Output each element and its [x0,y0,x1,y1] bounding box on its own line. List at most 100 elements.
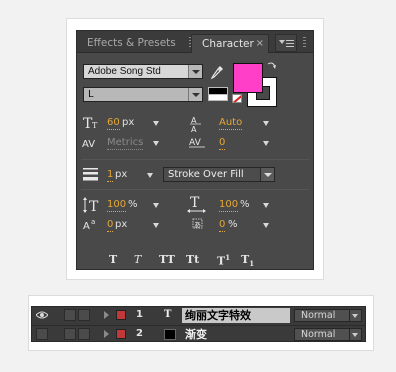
svg-text:A: A [83,221,90,231]
layer-name[interactable]: 渐变 [182,327,290,342]
all-caps-button[interactable]: TT [159,253,175,266]
stroke-width-icon [83,168,98,181]
svg-text:a: a [91,218,95,226]
horizontal-scale-value[interactable]: 100 [219,199,239,212]
baseline-shift-icon: A a [83,218,95,231]
blend-mode-value: Normal [301,329,336,340]
menu-lines-icon [286,40,294,47]
horizontal-scale-icon: T [187,195,206,213]
stroke-width-unit: px [115,169,128,180]
chevron-down-icon[interactable] [263,223,269,228]
kerning-value[interactable]: Metrics [107,137,144,150]
solo-toggle[interactable] [64,309,76,321]
panel-menu-button[interactable] [275,34,297,52]
label-color-swatch[interactable] [116,310,126,320]
tab-character[interactable]: Character × [191,34,269,53]
superscript-button[interactable]: T1 [217,253,230,268]
layer-number: 1 [136,309,143,320]
font-family-dropdown[interactable]: Adobe Song Std [83,64,203,79]
tab-effects-presets[interactable]: Effects & Presets [79,34,187,53]
tracking-value[interactable]: 0 [219,137,226,150]
vertical-scale-value[interactable]: 100 [107,199,127,212]
font-size-icon: T T [83,116,98,131]
lock-toggle[interactable] [78,328,90,340]
eyedropper-icon[interactable] [210,65,224,81]
panel-tab-bar: Effects & Presets Character × [77,31,313,53]
stroke-mode-dropdown[interactable]: Stroke Over Fill [163,167,275,182]
font-size-unit: px [122,117,135,128]
font-style-value: L [88,89,94,100]
layer-row[interactable]: 1 T 绚丽文字特效 Normal [32,307,365,324]
layer-row[interactable]: 2 渐变 Normal [32,325,365,342]
small-caps-label: Tt [186,253,200,266]
blend-mode-value: Normal [301,310,336,321]
visibility-toggle[interactable] [36,328,48,340]
blend-mode-dropdown[interactable]: Normal [294,328,362,341]
tab-label: Effects & Presets [87,37,176,49]
divider [81,189,309,190]
chevron-down-icon[interactable] [349,310,361,321]
divider [81,159,309,160]
chevron-down-icon[interactable] [263,203,269,208]
label-color-swatch[interactable] [116,329,126,339]
expand-triangle-icon[interactable] [104,330,109,338]
faux-bold-button[interactable]: T [109,253,117,266]
chevron-down-icon[interactable] [263,121,269,126]
svg-text:あ: あ [194,221,201,229]
leading-icon: A A [190,116,201,133]
chevron-down-icon[interactable] [260,168,274,181]
stroke-mode-value: Stroke Over Fill [168,169,244,180]
chevron-down-icon[interactable] [263,141,269,146]
faux-italic-label: T [134,253,142,266]
stroke-width-value[interactable]: 1 [107,169,114,182]
layer-number: 2 [136,328,143,339]
subscript-mark: 1 [249,259,255,269]
chevron-down-icon[interactable] [153,223,159,228]
fill-color-swatch[interactable] [233,63,263,93]
close-icon[interactable]: × [256,35,264,53]
eye-icon[interactable] [36,310,48,320]
lock-toggle[interactable] [78,309,90,321]
font-style-dropdown[interactable]: L [83,87,203,102]
timeline-layers: 1 T 绚丽文字特效 Normal 2 渐变 Normal [31,306,366,342]
superscript-mark: 1 [225,253,231,262]
swap-colors-icon[interactable] [267,61,277,71]
faux-bold-label: T [109,253,118,266]
tab-label: Character [202,38,254,50]
panel-grip-icon[interactable] [303,37,306,49]
baseline-shift-value[interactable]: 0 [107,219,114,232]
chevron-down-icon[interactable] [147,173,153,178]
layer-name[interactable]: 绚丽文字特效 [182,308,290,323]
faux-italic-button[interactable]: T [134,253,141,266]
leading-value[interactable]: Auto [219,117,243,130]
chevron-down-icon[interactable] [153,121,159,126]
chevron-down-icon[interactable] [153,141,159,146]
tsume-value[interactable]: 0 [219,219,226,232]
svg-text:AV: AV [189,138,202,148]
solid-layer-icon [164,329,176,340]
tsume-unit: % [228,219,238,230]
chevron-down-icon[interactable] [188,65,202,78]
chevron-down-icon[interactable] [153,203,159,208]
chevron-down-icon[interactable] [188,88,202,101]
chevron-down-icon [279,40,285,44]
svg-text:T: T [89,199,99,213]
font-family-value: Adobe Song Std [88,66,161,77]
chevron-down-icon[interactable] [349,329,361,340]
small-caps-button[interactable]: Tt [186,253,199,266]
kerning-icon: AV [82,139,95,149]
font-size-value[interactable]: 60 [107,117,120,130]
solo-toggle[interactable] [64,328,76,340]
expand-triangle-icon[interactable] [104,311,109,319]
no-fill-color-icon[interactable] [232,94,242,103]
all-caps-label: TT [159,253,175,266]
set-fill-white-icon[interactable] [208,94,228,101]
tracking-icon: AV [189,138,205,148]
svg-text:A: A [191,125,197,133]
svg-text:T: T [92,121,98,130]
character-panel: Effects & Presets Character × Adobe Song… [76,30,314,270]
subscript-label: T [241,253,250,266]
text-layer-icon: T [164,309,172,320]
blend-mode-dropdown[interactable]: Normal [294,309,362,322]
subscript-button[interactable]: T1 [241,253,254,268]
